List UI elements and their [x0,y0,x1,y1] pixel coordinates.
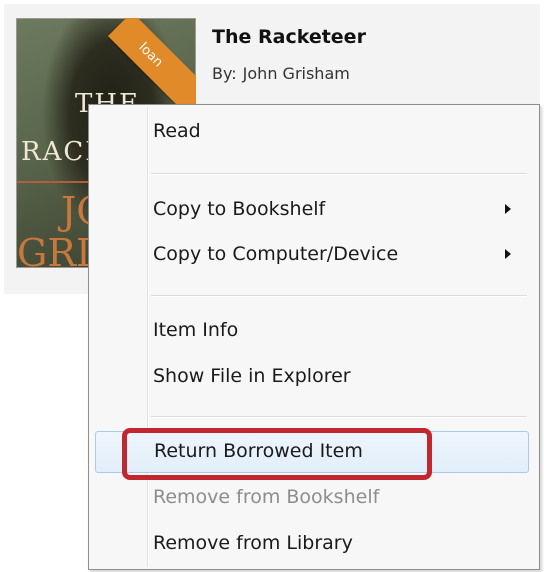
book-title: The Racketeer [212,26,366,48]
menu-item-show-file[interactable]: Show File in Explorer [93,356,533,398]
annotation-highlight-box [122,428,432,480]
loan-badge: loan [108,18,196,106]
submenu-arrow-icon [505,204,511,214]
menu-item-label: Read [153,120,201,142]
menu-item-label: Remove from Library [153,532,353,554]
menu-separator [151,173,527,175]
menu-separator [151,416,527,418]
menu-item-label: Show File in Explorer [153,365,351,387]
author-prefix: By: [212,64,237,83]
screenshot-stage: THE RACKETEER JOHN GRISHAM loan The Rack… [0,0,544,572]
menu-item-copy-to-computer[interactable]: Copy to Computer/Device [93,234,533,276]
author-name: John Grisham [242,64,350,83]
book-author: By: John Grisham [212,64,350,83]
menu-item-copy-to-bookshelf[interactable]: Copy to Bookshelf [93,189,533,231]
submenu-arrow-icon [505,249,511,259]
menu-separator [151,295,527,297]
menu-item-label: Copy to Computer/Device [153,243,399,265]
menu-item-read[interactable]: Read [93,111,533,153]
menu-item-remove-from-library[interactable]: Remove from Library [93,523,533,565]
menu-item-item-info[interactable]: Item Info [93,310,533,352]
menu-item-remove-from-bookshelf: Remove from Bookshelf [93,477,533,519]
menu-item-label: Item Info [153,319,239,341]
menu-item-label: Remove from Bookshelf [153,486,380,508]
context-menu: Read Copy to Bookshelf Copy to Computer/… [88,104,540,570]
menu-item-label: Copy to Bookshelf [153,198,326,220]
